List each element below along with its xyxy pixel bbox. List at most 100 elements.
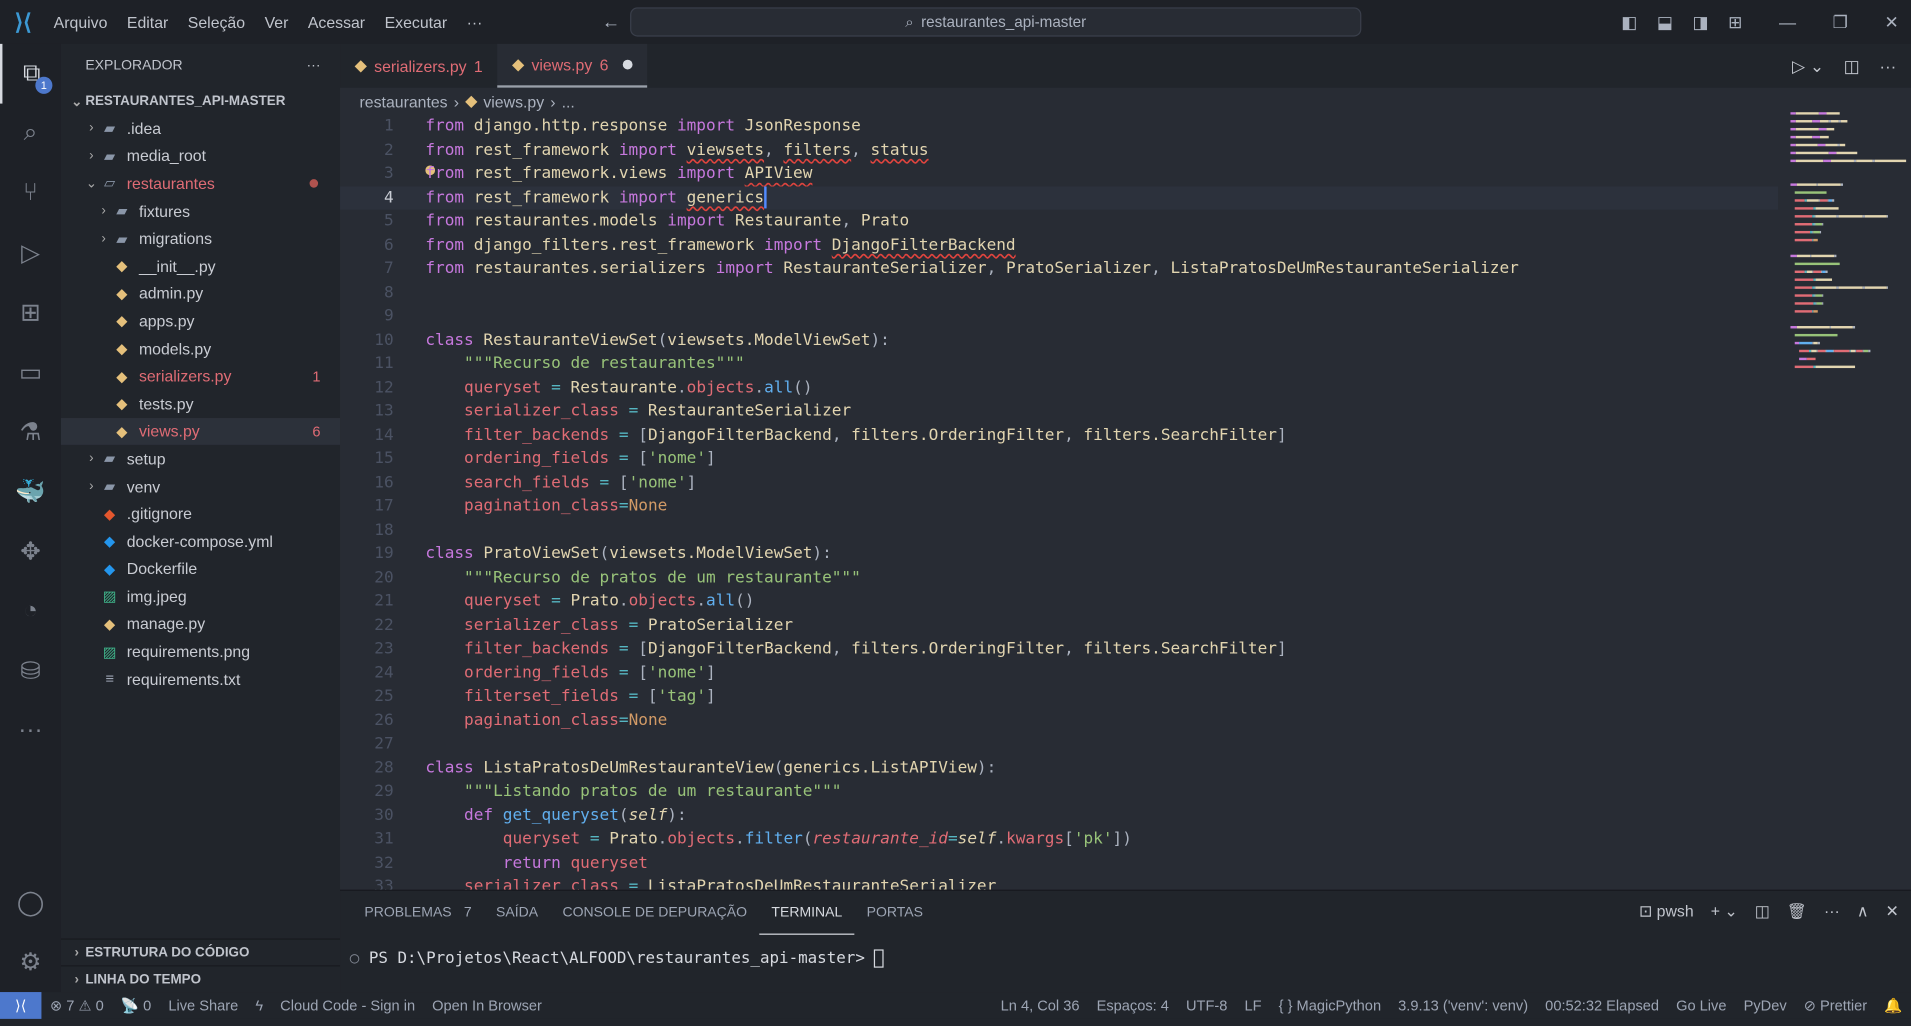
menu-1[interactable]: Editar xyxy=(117,13,178,31)
tree-item[interactable]: › ▰ fixtures xyxy=(61,197,340,225)
remote-explorer-icon[interactable]: ▭ xyxy=(0,342,61,402)
minimap[interactable] xyxy=(1790,112,1907,380)
tree-item[interactable]: › ▰ setup xyxy=(61,445,340,473)
tree-item[interactable]: ◆ serializers.py 1 xyxy=(61,362,340,390)
search-icon[interactable]: ⌕ xyxy=(0,104,61,164)
tree-item[interactable]: ▨ img.jpeg xyxy=(61,583,340,611)
tree-item[interactable]: ◆ docker-compose.yml xyxy=(61,528,340,556)
testing-icon[interactable]: ⚗ xyxy=(0,402,61,462)
timeline-label: LINHA DO TEMPO xyxy=(85,971,202,987)
tree-item[interactable]: ▨ requirements.png xyxy=(61,638,340,666)
terminal-output[interactable]: ○ PS D:\Projetos\React\ALFOOD\restaurant… xyxy=(350,949,885,968)
explorer-icon[interactable]: ⧉ 1 xyxy=(0,43,61,104)
tree-item[interactable]: ≡ requirements.txt xyxy=(61,665,340,693)
more-icon[interactable]: ··· xyxy=(0,701,61,761)
tab-views[interactable]: ◆ views.py 6 xyxy=(497,43,648,88)
menu-6[interactable]: ··· xyxy=(457,13,492,31)
toggle-sidebar-icon[interactable]: ◧ xyxy=(1621,12,1637,33)
explorer-more-button[interactable]: ··· xyxy=(307,59,321,74)
outline-section[interactable]: › ESTRUTURA DO CÓDIGO xyxy=(60,938,341,965)
code-token: ( xyxy=(618,806,629,825)
extensions-icon[interactable]: ⊞ xyxy=(0,283,61,343)
tree-item[interactable]: ◆ __init__.py xyxy=(61,252,340,280)
unsaved-dot-icon[interactable] xyxy=(623,59,633,70)
split-terminal-icon[interactable]: ◫ xyxy=(1755,902,1770,922)
toggle-secondary-sidebar-icon[interactable]: ◨ xyxy=(1693,12,1709,33)
tree-item[interactable]: ◆ admin.py xyxy=(61,280,340,308)
status-item[interactable]: PyDev xyxy=(1735,997,1795,1014)
tree-item[interactable]: ⌄ ▱ restaurantes xyxy=(61,170,340,198)
tree-item[interactable]: ◆ manage.py xyxy=(61,610,340,638)
command-center-search[interactable]: ⌕ restaurantes_api-master xyxy=(630,7,1362,37)
status-item[interactable]: Cloud Code - Sign in xyxy=(272,997,424,1014)
menu-3[interactable]: Ver xyxy=(255,13,298,31)
status-item[interactable]: 🔔 xyxy=(1876,997,1911,1014)
status-item[interactable]: UTF-8 xyxy=(1177,997,1236,1014)
code-editor[interactable]: restaurantes › ◆ views.py › ... 1 from djang… xyxy=(340,87,1911,890)
status-item[interactable]: LF xyxy=(1236,997,1270,1014)
tree-item[interactable]: ◆ Dockerfile xyxy=(61,555,340,583)
tree-item[interactable]: › ▰ venv xyxy=(61,473,340,501)
status-item[interactable]: 00:52:32 Elapsed xyxy=(1537,997,1668,1014)
panel-tab-portas[interactable]: PORTAS xyxy=(854,891,935,935)
trash-icon[interactable]: 🗑 xyxy=(1787,902,1807,922)
new-terminal-icon[interactable]: + ⌄ xyxy=(1711,902,1738,922)
gitlens-icon[interactable]: ◔ xyxy=(0,581,61,641)
terminal-shell[interactable]: ⊡ pwsh xyxy=(1639,902,1694,922)
panel-tab-terminal[interactable]: TERMINAL xyxy=(759,891,855,935)
status-item[interactable]: 3.9.13 ('venv': venv) xyxy=(1390,997,1537,1014)
status-item[interactable]: ⊗ 7 ⚠ 0 xyxy=(41,997,112,1014)
close-panel-icon[interactable]: ✕ xyxy=(1886,902,1899,922)
status-item[interactable]: { } MagicPython xyxy=(1270,997,1390,1014)
kubernetes-icon[interactable]: ✥ xyxy=(0,522,61,582)
panel-tab-saída[interactable]: SAÍDA xyxy=(484,891,550,935)
status-item[interactable]: Espaços: 4 xyxy=(1088,997,1177,1014)
docker-icon[interactable]: 🐳 xyxy=(0,462,61,522)
close-icon[interactable]: ✕ xyxy=(1885,12,1899,33)
menu-4[interactable]: Acessar xyxy=(298,13,375,31)
breadcrumb-symbol[interactable]: ... xyxy=(562,92,575,110)
tree-item[interactable]: ◆ tests.py xyxy=(61,390,340,418)
run-debug-icon[interactable]: ▷ xyxy=(0,223,61,283)
status-item[interactable]: Open In Browser xyxy=(424,997,551,1014)
status-item[interactable]: Live Share xyxy=(160,997,247,1014)
breadcrumb-file[interactable]: views.py xyxy=(483,92,544,110)
breadcrumb-folder[interactable]: restaurantes xyxy=(360,92,448,110)
tree-item[interactable]: › ▰ .idea xyxy=(61,115,340,143)
more-icon[interactable]: ··· xyxy=(1824,902,1840,922)
minimize-icon[interactable]: — xyxy=(1779,12,1796,33)
status-item[interactable]: 📡 0 xyxy=(112,997,159,1014)
tree-item[interactable]: › ▰ media_root xyxy=(61,142,340,170)
panel-tab-console-de-depuração[interactable]: CONSOLE DE DEPURAÇÃO xyxy=(550,891,759,935)
status-item[interactable]: Ln 4, Col 36 xyxy=(992,997,1088,1014)
account-icon[interactable]: ◯ xyxy=(0,873,61,933)
menu-0[interactable]: Arquivo xyxy=(44,13,117,31)
database-icon[interactable]: ⛁ xyxy=(0,641,61,701)
tree-item[interactable]: › ▰ migrations xyxy=(61,225,340,253)
run-icon[interactable]: ▷ ⌄ xyxy=(1792,55,1824,76)
project-root[interactable]: ⌄ RESTAURANTES_API-MASTER xyxy=(61,88,340,115)
code-token: queryset xyxy=(502,829,590,849)
source-control-icon[interactable]: ⑂ xyxy=(0,163,61,223)
status-item[interactable]: ⊘ Prettier xyxy=(1795,997,1876,1014)
menu-5[interactable]: Executar xyxy=(375,13,457,31)
remote-indicator-icon[interactable]: ⟩⟨ xyxy=(0,992,42,1019)
tree-item[interactable]: ◆ views.py 6 xyxy=(60,417,341,445)
split-editor-icon[interactable]: ◫ xyxy=(1844,55,1860,76)
maximize-panel-icon[interactable]: ∧ xyxy=(1857,902,1869,922)
more-actions-icon[interactable]: ··· xyxy=(1879,56,1896,76)
status-item[interactable]: Go Live xyxy=(1668,997,1735,1014)
layout-icon[interactable]: ⊞ xyxy=(1728,12,1742,33)
menu-2[interactable]: Seleção xyxy=(178,13,255,31)
status-item[interactable]: ϟ xyxy=(247,997,272,1014)
back-arrow-icon[interactable]: ← xyxy=(602,12,620,33)
panel-tab-problemas[interactable]: PROBLEMAS 7 xyxy=(352,891,484,935)
settings-gear-icon[interactable]: ⚙ xyxy=(0,932,61,992)
timeline-section[interactable]: › LINHA DO TEMPO xyxy=(60,965,341,992)
restore-icon[interactable]: ❐ xyxy=(1833,12,1848,33)
tree-item[interactable]: ◆ models.py xyxy=(61,335,340,363)
tree-item[interactable]: ◆ .gitignore xyxy=(61,500,340,528)
toggle-panel-icon[interactable]: ⬓ xyxy=(1657,12,1673,33)
tab-serializers[interactable]: ◆ serializers.py 1 xyxy=(340,44,497,88)
tree-item[interactable]: ◆ apps.py xyxy=(61,307,340,335)
